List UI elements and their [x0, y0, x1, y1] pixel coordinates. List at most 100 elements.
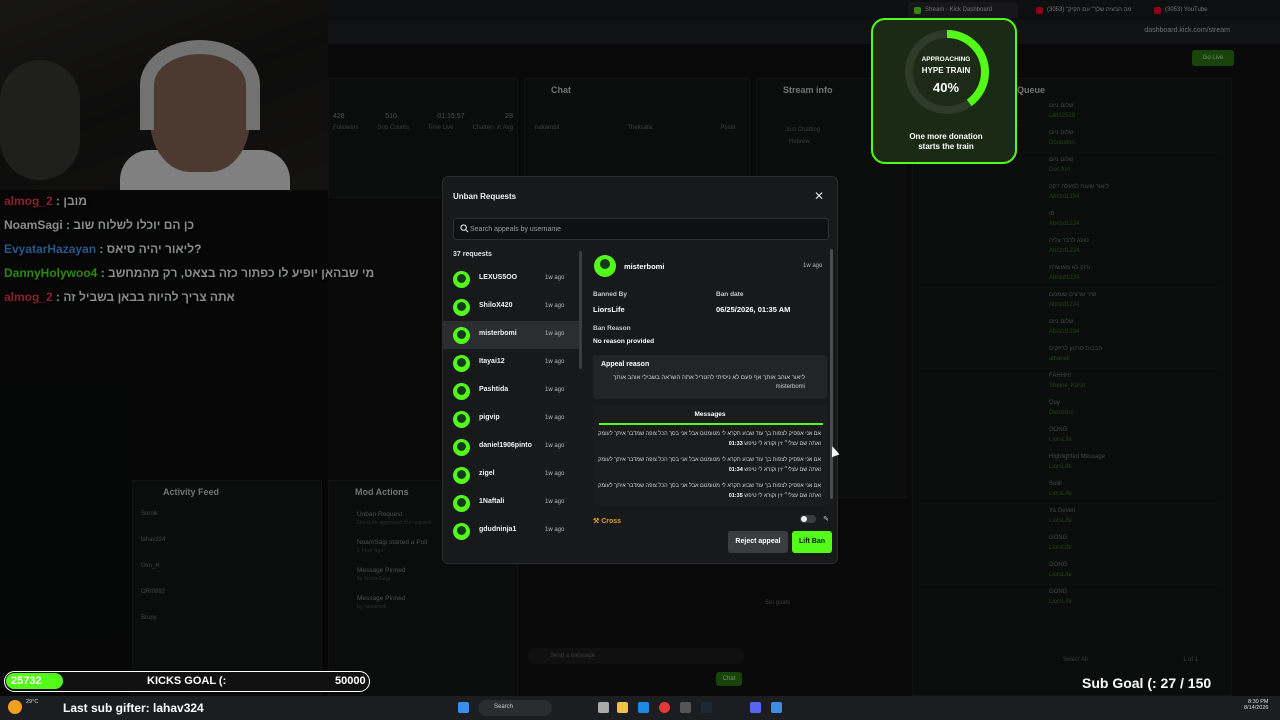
ban-date-label: Ban date [716, 291, 744, 298]
kicks-goal-label: KICKS GOAL (: [147, 675, 227, 687]
request-item[interactable]: zigel 1w ago [443, 461, 581, 489]
search-icon [460, 224, 469, 233]
request-item[interactable]: gdudninja1 1w ago [443, 517, 581, 545]
user-avatar [453, 411, 470, 428]
cross-tag[interactable]: ⚒ Cross [593, 517, 621, 525]
message-text: אם אני אפסיק לצפות בך עוד שבוע תקרא לי מ… [598, 483, 821, 499]
hype-sub1: One more donation [909, 132, 983, 141]
ban-reason-value: No reason provided [593, 338, 655, 345]
message-time: 01:34 [728, 467, 743, 473]
request-username: Itayai12 [479, 358, 505, 365]
user-avatar [453, 383, 470, 400]
close-icon[interactable]: ✕ [811, 188, 827, 204]
hype-sub2: starts the train [918, 142, 974, 151]
ban-date-value: 06/25/2026, 01:35 AM [716, 305, 791, 314]
user-avatar [453, 467, 470, 484]
request-count: 37 requests [453, 251, 492, 258]
pickaxe-icon: ⚒ [593, 518, 600, 525]
request-time: 1w ago [545, 387, 565, 393]
request-username: daniel1906pinto [479, 442, 532, 449]
message-text: אם אני אפסיק לצפות בך עוד שבוע תקרא לי מ… [598, 431, 821, 447]
message-time: 01:33 [728, 441, 743, 447]
request-time: 1w ago [545, 471, 565, 477]
edge-icon[interactable] [638, 702, 649, 713]
request-item[interactable]: pigvip 1w ago [443, 405, 581, 433]
message-text: אם אני אפסיק לצפות בך עוד שבוע תקרא לי מ… [598, 457, 821, 473]
selected-user-avatar [594, 255, 616, 277]
user-avatar [453, 271, 470, 288]
steam-icon[interactable] [701, 702, 712, 713]
weather-temp: 29°C [26, 699, 39, 705]
reject-appeal-button[interactable]: Reject appeal [728, 531, 788, 553]
request-time: 1w ago [545, 499, 565, 505]
file-explorer-icon[interactable] [617, 702, 628, 713]
user-avatar [453, 355, 470, 372]
message-row: אם אני אפסיק לצפות בך עוד שבוע תקרא לי מ… [597, 455, 821, 475]
chrome-icon[interactable] [659, 702, 670, 713]
hype-percent: 40% [932, 80, 960, 95]
request-item[interactable]: daniel1906pinto 1w ago [443, 433, 581, 461]
search-appeals-input[interactable]: Search appeals by username [453, 218, 829, 240]
request-username: misterbomi [479, 330, 517, 337]
request-username: Pashtida [479, 386, 509, 393]
ban-reason-label: Ban Reason [593, 325, 631, 332]
search-placeholder: Search appeals by username [470, 226, 562, 233]
selected-time: 1w ago [803, 263, 823, 269]
request-list-scrollbar[interactable] [579, 251, 582, 369]
obs-icon[interactable] [680, 702, 691, 713]
request-item[interactable]: Pashtida 1w ago [443, 377, 581, 405]
messages-underline [599, 423, 823, 425]
request-item[interactable]: ShiloX420 1w ago [443, 293, 581, 321]
detail-scrollbar[interactable] [830, 249, 833, 499]
unban-requests-modal: Unban Requests ✕ Search appeals by usern… [442, 176, 838, 564]
appeal-reason-box: Appeal reason ליאור אוהב אותך אף פעם לא … [593, 355, 827, 399]
message-row: אם אני אפסיק לצפות בך עוד שבוע תקרא לי מ… [597, 429, 821, 449]
user-avatar [453, 327, 470, 344]
cross-label: Cross [601, 518, 622, 525]
taskbar-search[interactable]: Search [478, 700, 552, 716]
request-username: gdudninja1 [479, 526, 517, 533]
hype-line2: HYPE TRAIN [921, 66, 971, 75]
banned-by-value: LiorsLife [593, 305, 625, 314]
windows-start-icon[interactable] [458, 702, 469, 713]
request-time: 1w ago [545, 275, 565, 281]
request-time: 1w ago [545, 443, 565, 449]
tray-clock[interactable]: 8:30 PM 8/14/2026 [1244, 699, 1268, 711]
message-time: 01:35 [728, 493, 743, 499]
request-username: ShiloX420 [479, 302, 513, 309]
request-time: 1w ago [545, 359, 565, 365]
hype-train-widget: APPROACHING HYPE TRAIN 40% One more dona… [871, 18, 1017, 164]
discord-icon[interactable] [750, 702, 761, 713]
user-avatar [453, 523, 470, 540]
sub-goal-text: Sub Goal (: 27 / 150 [1082, 675, 1212, 691]
request-item[interactable]: 1Naftali 1w ago [443, 489, 581, 517]
request-item[interactable]: LEXUS5OO 1w ago [443, 265, 581, 293]
request-item[interactable]: Itayai12 1w ago [443, 349, 581, 377]
kicks-goal-bar: 25732 KICKS GOAL (: 50000 [4, 671, 370, 692]
kicks-goal-current: 25732 [11, 675, 42, 687]
kicks-goal-target: 50000 [335, 675, 366, 687]
selected-username: misterbomi [624, 262, 665, 271]
lift-ban-button[interactable]: Lift Ban [792, 531, 832, 553]
tray-date: 8/14/2026 [1244, 705, 1269, 711]
app-icon[interactable] [771, 702, 782, 713]
request-time: 1w ago [545, 303, 565, 309]
hype-line1: APPROACHING [921, 56, 971, 63]
task-view-icon[interactable] [598, 702, 609, 713]
edit-pencil-icon[interactable]: ✎ [823, 515, 829, 523]
cross-toggle[interactable] [800, 515, 816, 523]
request-username: zigel [479, 470, 495, 477]
modal-title: Unban Requests [453, 192, 517, 201]
user-avatar [453, 299, 470, 316]
request-time: 1w ago [545, 527, 565, 533]
weather-icon [8, 700, 22, 714]
request-item[interactable]: misterbomi 1w ago [443, 321, 581, 349]
appeal-reason-text: ליאור אוהב אותך אף פעם לא ניסיתי להטריל … [613, 375, 805, 390]
request-username: pigvip [479, 414, 500, 421]
banned-by-label: Banned By [593, 291, 627, 298]
user-avatar [453, 439, 470, 456]
appeal-reason-label: Appeal reason [601, 361, 650, 368]
taskbar-search-label: Search [494, 704, 514, 710]
messages-title: Messages [694, 411, 726, 418]
message-row: אם אני אפסיק לצפות בך עוד שבוע תקרא לי מ… [597, 481, 821, 501]
